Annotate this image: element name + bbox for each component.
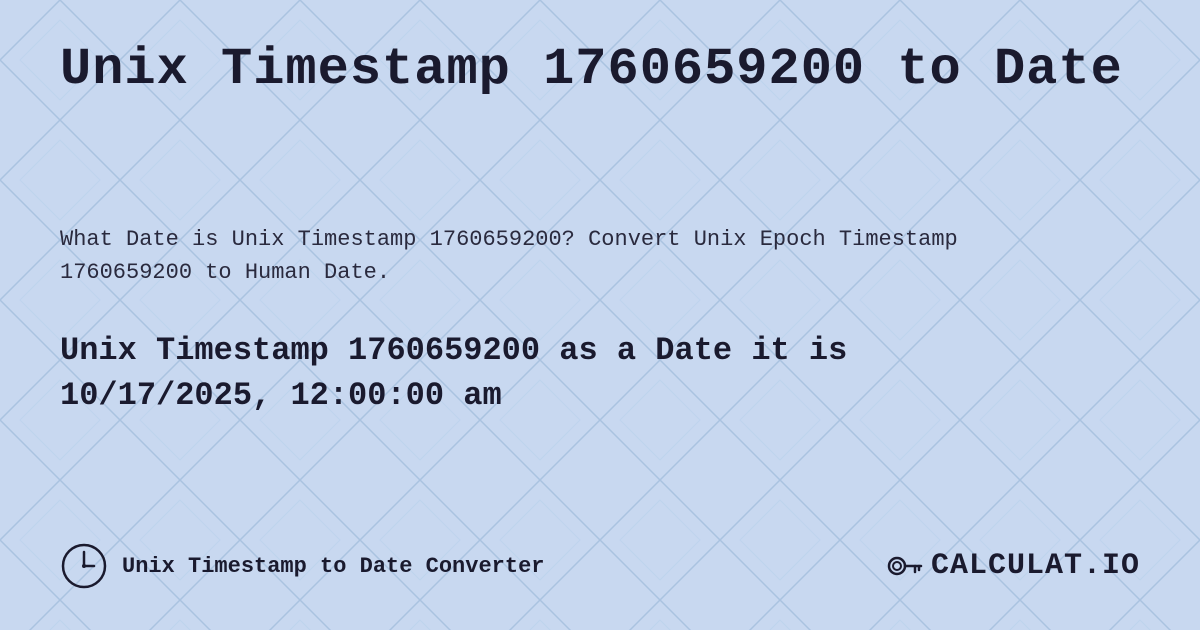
page-description: What Date is Unix Timestamp 1760659200? …	[60, 223, 1010, 289]
result-text: Unix Timestamp 1760659200 as a Date it i…	[60, 329, 1060, 419]
result-line1: Unix Timestamp 1760659200 as a Date it i…	[60, 332, 847, 369]
logo-area: CALCULAT.IO	[883, 546, 1140, 586]
result-line2: 10/17/2025, 12:00:00 am	[60, 377, 502, 414]
clock-icon	[60, 542, 108, 590]
logo-icon	[883, 546, 923, 586]
footer-converter-label: Unix Timestamp to Date Converter	[60, 542, 544, 590]
result-section: Unix Timestamp 1760659200 as a Date it i…	[60, 329, 1140, 419]
footer-label-text: Unix Timestamp to Date Converter	[122, 554, 544, 579]
page-title: Unix Timestamp 1760659200 to Date	[60, 40, 1140, 99]
logo-text: CALCULAT.IO	[931, 549, 1140, 583]
footer: Unix Timestamp to Date Converter CALCULA…	[60, 522, 1140, 590]
